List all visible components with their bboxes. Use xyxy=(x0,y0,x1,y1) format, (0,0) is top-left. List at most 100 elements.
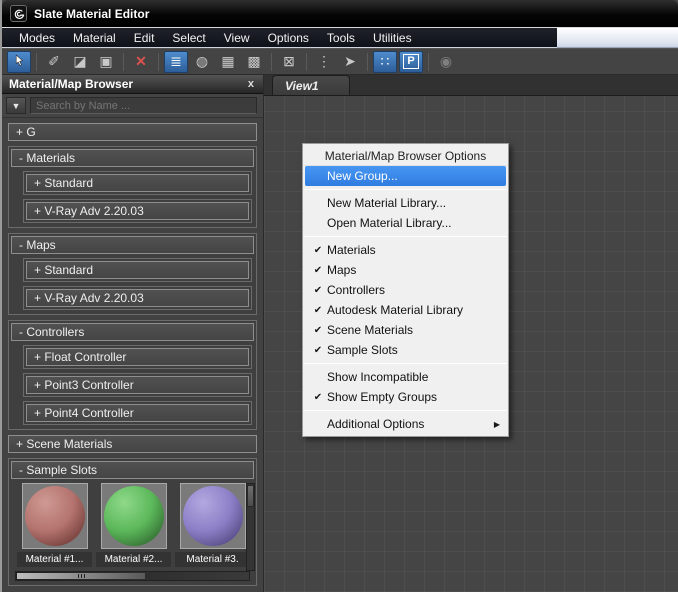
dots-icon: ⋮ xyxy=(317,53,331,69)
p-box-icon: P xyxy=(403,54,419,69)
menu-item-additional-options[interactable]: Additional Options ▶ xyxy=(303,414,508,434)
sphere-cursor-icon: ◉ xyxy=(439,53,453,69)
slots-vertical-scrollbar[interactable] xyxy=(246,483,255,571)
menu-separator xyxy=(304,236,507,237)
delete-x-icon: ✕ xyxy=(135,53,147,69)
menu-utilities[interactable]: Utilities xyxy=(364,28,421,47)
tab-view1[interactable]: View1 xyxy=(272,75,350,95)
checkmark-icon: ✔ xyxy=(313,344,323,356)
menu-tools[interactable]: Tools xyxy=(318,28,364,47)
chevron-down-icon: ▼ xyxy=(11,100,21,111)
assign-material-button[interactable]: ◪ xyxy=(68,51,92,73)
sample-slot[interactable]: Material #1... xyxy=(17,483,92,567)
layout-flyout-button[interactable]: ⋮ xyxy=(312,51,336,73)
menu-modes[interactable]: Modes xyxy=(10,28,64,47)
x-box-icon: ⊠ xyxy=(283,53,295,69)
material-slot-label: Material #1... xyxy=(17,552,92,567)
filter-dropdown-button[interactable]: ▼ xyxy=(6,97,26,114)
section-materials-standard[interactable]: + Standard xyxy=(26,174,249,192)
material-slot-label: Material #3. xyxy=(175,552,250,567)
scrollbar-thumb[interactable] xyxy=(17,573,146,579)
layout-icon: ≣ xyxy=(170,53,182,69)
menu-item-show-empty-groups[interactable]: ✔ Show Empty Groups xyxy=(303,387,508,407)
show-background-button[interactable]: ▦ xyxy=(216,51,240,73)
browser-panel-header[interactable]: Material/Map Browser x xyxy=(2,75,263,94)
section-float-controller[interactable]: + Float Controller xyxy=(26,348,249,366)
menu-item-controllers[interactable]: ✔ Controllers xyxy=(303,280,508,300)
toolbar-separator xyxy=(367,52,368,71)
section-point3-controller[interactable]: + Point3 Controller xyxy=(26,376,249,394)
pick-material-button[interactable]: ✐ xyxy=(42,51,66,73)
section-g[interactable]: + G xyxy=(8,123,257,141)
section-sample-slots[interactable]: - Sample Slots xyxy=(11,461,254,479)
section-maps-vray[interactable]: + V-Ray Adv 2.20.03 xyxy=(26,289,249,307)
menu-item-autodesk-material-library[interactable]: ✔ Autodesk Material Library xyxy=(303,300,508,320)
toolbar-separator xyxy=(271,52,272,71)
menu-separator xyxy=(304,189,507,190)
pan-to-selected-button[interactable]: ∷ xyxy=(373,50,397,73)
arrow-node-icon: ➤ xyxy=(344,53,356,69)
toolbar-separator xyxy=(158,52,159,71)
toolbar-separator xyxy=(36,52,37,71)
title-bar[interactable]: Slate Material Editor xyxy=(2,0,678,28)
menu-separator xyxy=(304,363,507,364)
close-icon[interactable]: x xyxy=(246,78,256,90)
menu-material[interactable]: Material xyxy=(64,28,125,47)
section-materials[interactable]: - Materials xyxy=(11,149,254,167)
material-thumbnail xyxy=(100,483,167,549)
menu-view[interactable]: View xyxy=(215,28,259,47)
material-thumbnail xyxy=(21,483,88,549)
checkmark-icon: ✔ xyxy=(313,391,323,403)
toolbar-separator xyxy=(428,52,429,71)
scrollbar-thumb[interactable] xyxy=(247,485,254,507)
browser-panel-title: Material/Map Browser xyxy=(9,77,134,91)
menu-edit[interactable]: Edit xyxy=(125,28,164,47)
section-materials-vray[interactable]: + V-Ray Adv 2.20.03 xyxy=(26,202,249,220)
connector-button[interactable]: ➤ xyxy=(338,51,362,73)
group-materials: - Materials + Standard + V-Ray Adv 2.20.… xyxy=(8,146,257,228)
context-menu-header: Material/Map Browser Options xyxy=(303,146,508,166)
group-controllers: - Controllers + Float Controller + Point… xyxy=(8,320,257,430)
hide-unused-nodeslots-button[interactable]: ◍ xyxy=(190,51,214,73)
menu-item-sample-slots[interactable]: ✔ Sample Slots xyxy=(303,340,508,360)
parameter-editor-button[interactable]: P xyxy=(399,50,423,73)
group-sample-slots: - Sample Slots Material #1... Material #… xyxy=(8,458,257,586)
sample-slot[interactable]: Material #3. xyxy=(175,483,250,567)
menu-item-new-material-library[interactable]: New Material Library... xyxy=(303,193,508,213)
assign-material-icon: ◪ xyxy=(73,53,87,69)
browser-options-context-menu: Material/Map Browser Options New Group..… xyxy=(302,143,509,437)
delete-selected-button[interactable]: ✕ xyxy=(129,51,153,73)
select-tool-button[interactable] xyxy=(7,50,31,73)
get-material-from-object-button[interactable]: ◉ xyxy=(434,51,458,73)
menu-item-scene-materials[interactable]: ✔ Scene Materials xyxy=(303,320,508,340)
browser-sections: + G - Materials + Standard + V-Ray Adv 2… xyxy=(2,118,263,592)
menu-bar: Modes Material Edit Select View Options … xyxy=(2,28,678,48)
search-row: ▼ xyxy=(2,94,263,118)
section-scene-materials[interactable]: + Scene Materials xyxy=(8,435,257,453)
menu-options[interactable]: Options xyxy=(259,28,318,47)
sample-slots-body: Material #1... Material #2... Material #… xyxy=(11,483,255,571)
menu-bar-items: Modes Material Edit Select View Options … xyxy=(2,28,557,48)
menu-item-new-group[interactable]: New Group... xyxy=(305,166,506,186)
section-point4-controller[interactable]: + Point4 Controller xyxy=(26,404,249,422)
section-controllers[interactable]: - Controllers xyxy=(11,323,254,341)
section-maps-standard[interactable]: + Standard xyxy=(26,261,249,279)
put-material-button[interactable]: ▣ xyxy=(94,51,118,73)
slots-horizontal-scrollbar[interactable] xyxy=(15,571,250,581)
layout-children-button[interactable]: ≣ xyxy=(164,50,188,73)
menu-select[interactable]: Select xyxy=(163,28,214,47)
search-input[interactable] xyxy=(30,97,257,114)
sphere-icon: ◍ xyxy=(195,53,209,69)
section-maps[interactable]: - Maps xyxy=(11,236,254,254)
menu-item-open-material-library[interactable]: Open Material Library... xyxy=(303,213,508,233)
checker-grid-icon: ▩ xyxy=(247,53,261,69)
menu-item-show-incompatible[interactable]: Show Incompatible xyxy=(303,367,508,387)
menu-item-materials[interactable]: ✔ Materials xyxy=(303,240,508,260)
material-id-channel-button[interactable]: ⊠ xyxy=(277,51,301,73)
put-material-icon: ▣ xyxy=(99,53,113,69)
material-sphere-preview xyxy=(103,486,164,546)
show-grid-button[interactable]: ▩ xyxy=(242,51,266,73)
menu-item-maps[interactable]: ✔ Maps xyxy=(303,260,508,280)
checkmark-icon: ✔ xyxy=(313,324,323,336)
sample-slot[interactable]: Material #2... xyxy=(96,483,171,567)
